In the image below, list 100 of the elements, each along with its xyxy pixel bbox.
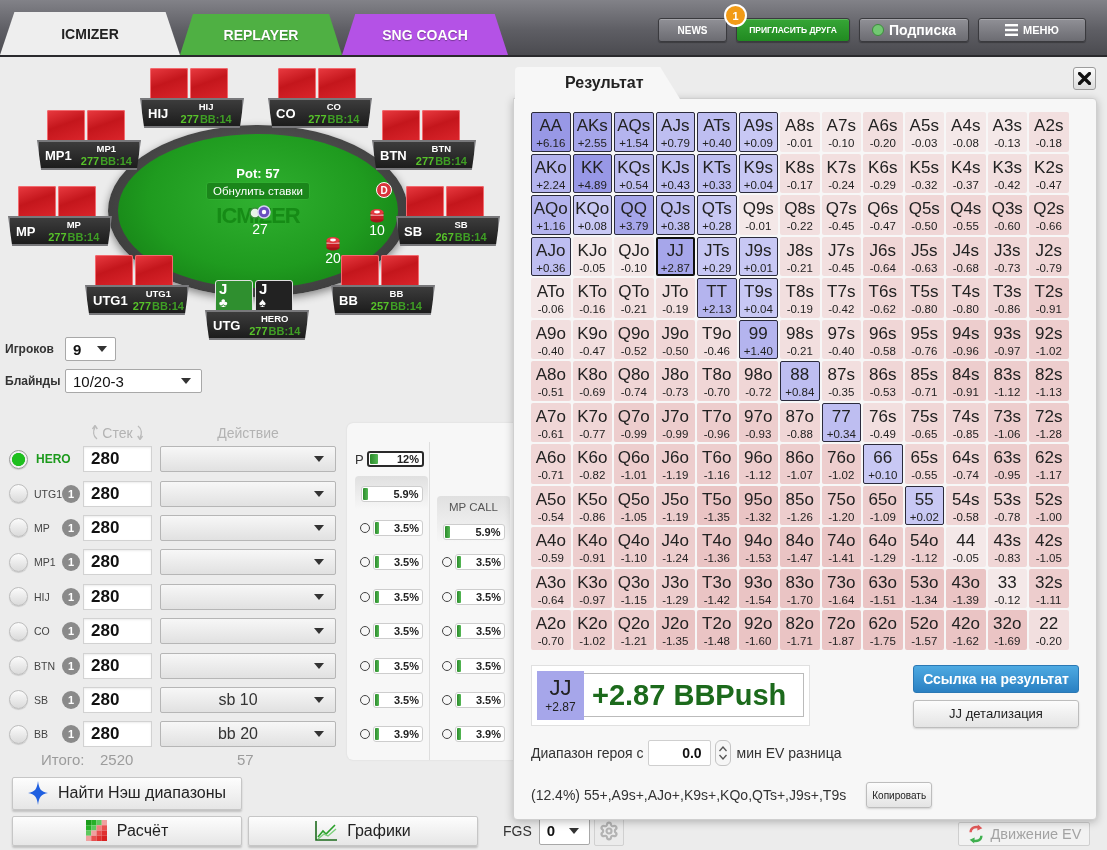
hand-cell[interactable]: J3o -1.29 — [655, 568, 695, 608]
hand-cell[interactable]: A5o -0.54 — [531, 485, 571, 525]
hand-cell[interactable]: K3s -0.42 — [987, 153, 1027, 193]
hand-cell[interactable]: A3s -0.13 — [987, 112, 1027, 152]
hand-cell[interactable]: A6s -0.20 — [863, 112, 903, 152]
stack-input[interactable]: 280 — [83, 686, 152, 713]
hand-cell[interactable]: K8s -0.17 — [780, 153, 820, 193]
hand-cell[interactable]: T7s -0.42 — [821, 278, 861, 318]
hand-cell[interactable]: AQs +1.54 — [614, 112, 654, 152]
stack-input[interactable]: 280 — [83, 446, 152, 473]
hand-cell[interactable]: 83o -1.70 — [780, 568, 820, 608]
action-select[interactable] — [160, 514, 336, 541]
hand-cell[interactable]: 84o -1.47 — [780, 527, 820, 567]
hand-cell[interactable]: 54o -1.12 — [904, 527, 944, 567]
hand-cell[interactable]: K9o -0.47 — [572, 319, 612, 359]
hand-cell[interactable]: Q7s -0.45 — [821, 195, 861, 235]
nash-ranges-button[interactable]: Найти Нэш диапазоны — [12, 776, 242, 810]
hand-cell[interactable]: 75o -1.20 — [821, 485, 861, 525]
radio-button[interactable] — [9, 449, 28, 469]
hand-cell[interactable]: T4o -1.36 — [697, 527, 737, 567]
hand-cell[interactable]: QJo -0.10 — [614, 236, 654, 276]
action-select[interactable] — [160, 583, 336, 610]
hand-cell[interactable]: 76s -0.49 — [863, 402, 903, 442]
hand-cell[interactable]: AJs +0.79 — [655, 112, 695, 152]
copy-button[interactable]: Копировать — [866, 782, 933, 808]
hand-cell[interactable]: Q6o -1.01 — [614, 444, 654, 484]
hand-cell[interactable]: Q2s -0.66 — [1029, 195, 1069, 235]
hand-cell[interactable]: Q8s -0.22 — [780, 195, 820, 235]
hand-cell[interactable]: Q4o -1.10 — [614, 527, 654, 567]
hand-cell[interactable]: Q3o -1.15 — [614, 568, 654, 608]
hand-cell[interactable]: T5s -0.80 — [904, 278, 944, 318]
hand-cell[interactable]: 83s -1.12 — [987, 361, 1027, 401]
hand-cell[interactable]: Q5s -0.50 — [904, 195, 944, 235]
hand-cell[interactable]: T9s +0.04 — [738, 278, 778, 318]
hand-cell[interactable]: ATo -0.06 — [531, 278, 571, 318]
hand-cell[interactable]: AKo +2.24 — [531, 153, 571, 193]
hand-cell[interactable]: A2s -0.18 — [1029, 112, 1069, 152]
hand-cell[interactable]: Q5o -1.05 — [614, 485, 654, 525]
action-select[interactable] — [160, 652, 336, 679]
hand-cell[interactable]: K7s -0.24 — [821, 153, 861, 193]
hand-cell[interactable]: AQo +1.16 — [531, 195, 571, 235]
hand-cell[interactable]: J5s -0.63 — [904, 236, 944, 276]
hand-cell[interactable]: 32s -1.11 — [1029, 568, 1069, 608]
radio-button[interactable] — [9, 690, 28, 710]
hand-cell[interactable]: T6o -1.16 — [697, 444, 737, 484]
hand-cell[interactable]: A8o -0.51 — [531, 361, 571, 401]
action-select[interactable]: bb 20 — [160, 721, 336, 748]
hand-cell[interactable]: T9o -0.46 — [697, 319, 737, 359]
hand-cell[interactable]: J8o -0.73 — [655, 361, 695, 401]
hand-cell[interactable]: K7o -0.77 — [572, 402, 612, 442]
hand-cell[interactable]: 98o -0.72 — [738, 361, 778, 401]
hand-cell[interactable]: J6s -0.64 — [863, 236, 903, 276]
hand-cell[interactable]: 75s -0.65 — [904, 402, 944, 442]
hand-cell[interactable]: 65s -0.55 — [904, 444, 944, 484]
hand-cell[interactable]: 33 -0.12 — [987, 568, 1027, 608]
hand-cell[interactable]: T4s -0.80 — [946, 278, 986, 318]
hand-cell[interactable]: KTs +0.33 — [697, 153, 737, 193]
hand-cell[interactable]: Q3s -0.60 — [987, 195, 1027, 235]
hand-cell[interactable]: KQs +0.54 — [614, 153, 654, 193]
action-select[interactable] — [160, 480, 336, 507]
hand-cell[interactable]: T2o -1.48 — [697, 610, 737, 650]
min-ev-input[interactable]: 0.0 — [647, 740, 711, 766]
nav-tab[interactable]: SNG COACH — [342, 14, 508, 55]
hand-cell[interactable]: QQ +3.79 — [614, 195, 654, 235]
hand-cell[interactable]: 92o -1.60 — [738, 610, 778, 650]
hand-cell[interactable]: 74o -1.41 — [821, 527, 861, 567]
stack-input[interactable]: 280 — [83, 721, 152, 748]
hand-cell[interactable]: 62s -1.17 — [1029, 444, 1069, 484]
hand-cell[interactable]: K5s -0.32 — [904, 153, 944, 193]
hand-cell[interactable]: AA +6.16 — [531, 112, 571, 152]
hand-cell[interactable]: J7s -0.45 — [821, 236, 861, 276]
hand-cell[interactable]: 92s -1.02 — [1029, 319, 1069, 359]
radio-button[interactable] — [9, 621, 28, 641]
hand-cell[interactable]: K2o -1.02 — [572, 610, 612, 650]
stack-input[interactable]: 280 — [83, 618, 152, 645]
hand-cell[interactable]: 43o -1.39 — [946, 568, 986, 608]
hand-cell[interactable]: Q8o -0.74 — [614, 361, 654, 401]
hand-cell[interactable]: 42s -1.05 — [1029, 527, 1069, 567]
hand-cell[interactable]: 99 +1.40 — [738, 319, 778, 359]
hand-cell[interactable]: 42o -1.62 — [946, 610, 986, 650]
hand-cell[interactable]: T8s -0.19 — [780, 278, 820, 318]
hand-cell[interactable]: 93s -0.97 — [987, 319, 1027, 359]
hand-cell[interactable]: 73o -1.64 — [821, 568, 861, 608]
hand-cell[interactable]: 96s -0.58 — [863, 319, 903, 359]
hand-cell[interactable]: A7o -0.61 — [531, 402, 571, 442]
reset-bets-button[interactable]: Обнулить ставки — [206, 182, 310, 200]
action-select[interactable] — [160, 618, 336, 645]
hand-cell[interactable]: 44 -0.05 — [946, 527, 986, 567]
hand-cell[interactable]: 87o -0.88 — [780, 402, 820, 442]
hand-cell[interactable]: J2o -1.35 — [655, 610, 695, 650]
hand-cell[interactable]: A9o -0.40 — [531, 319, 571, 359]
hand-cell[interactable]: A7s -0.10 — [821, 112, 861, 152]
hand-cell[interactable]: 86s -0.53 — [863, 361, 903, 401]
radio-button[interactable] — [9, 518, 28, 538]
hand-cell[interactable]: 82s -1.13 — [1029, 361, 1069, 401]
hand-cell[interactable]: 65o -1.09 — [863, 485, 903, 525]
hand-cell[interactable]: A4s -0.08 — [946, 112, 986, 152]
hand-cell[interactable]: 82o -1.71 — [780, 610, 820, 650]
hand-cell[interactable]: J7o -0.99 — [655, 402, 695, 442]
hand-cell[interactable]: QTs +0.28 — [697, 195, 737, 235]
